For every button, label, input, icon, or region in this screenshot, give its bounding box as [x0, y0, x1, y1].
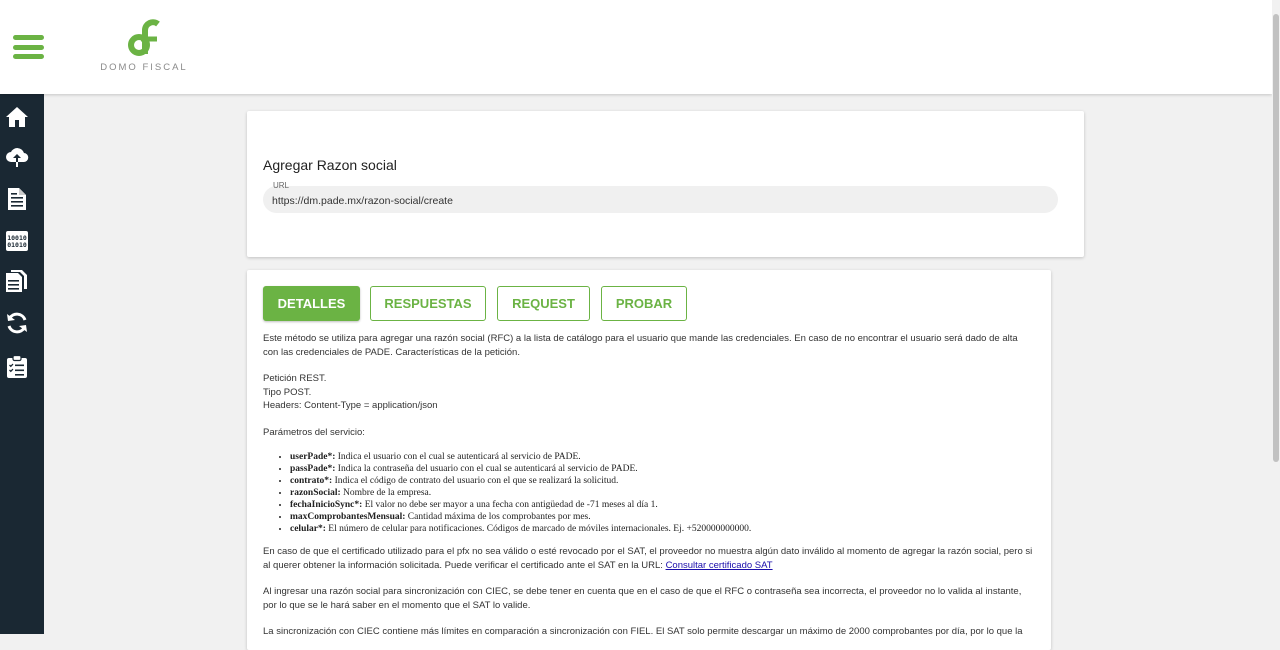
binary-icon[interactable]: 10010 01010 — [5, 229, 29, 253]
tab-request[interactable]: REQUEST — [497, 286, 590, 321]
certificate-note: En caso de que el certificado utilizado … — [263, 545, 1035, 572]
list-item: razonSocial: Nombre de la empresa. — [290, 487, 1050, 499]
svg-text:01010: 01010 — [7, 241, 27, 249]
url-value[interactable]: https://dm.pade.mx/razon-social/create — [272, 195, 453, 207]
request-type-line: Petición REST. — [263, 373, 327, 384]
ciec-note: Al ingresar una razón social para sincro… — [263, 586, 1022, 611]
param-desc: Indica la contraseña del usuario con el … — [335, 464, 638, 474]
param-desc: Cantidad máxima de los comprobantes por … — [405, 512, 591, 522]
scrollbar[interactable] — [1272, 0, 1280, 634]
consultar-certificado-link[interactable]: Consultar certificado SAT — [666, 560, 773, 571]
logo-text: DOMO FISCAL — [100, 62, 188, 73]
tab-detalles[interactable]: DETALLES — [263, 286, 360, 321]
top-bar: DOMO FISCAL — [0, 0, 1272, 94]
home-icon[interactable] — [5, 105, 29, 129]
list-item: maxComprobantesMensual: Cantidad máxima … — [290, 511, 1050, 523]
sync-icon[interactable] — [5, 311, 29, 335]
params-list: userPade*: Indica el usuario con el cual… — [263, 451, 1050, 535]
scrollbar-thumb[interactable] — [1273, 14, 1279, 462]
documents-icon[interactable] — [5, 269, 29, 293]
cloud-upload-icon[interactable] — [5, 145, 29, 169]
param-name: celular*: — [290, 524, 326, 534]
param-name: contrato*: — [290, 476, 333, 486]
param-name: fechaInicioSync*: — [290, 500, 363, 510]
intro-text: Este método se utiliza para agregar una … — [263, 333, 1018, 358]
logo[interactable]: DOMO FISCAL — [96, 18, 192, 73]
list-item: passPade*: Indica la contraseña del usua… — [290, 463, 1050, 475]
tab-respuestas[interactable]: RESPUESTAS — [370, 286, 486, 321]
url-field[interactable]: URL https://dm.pade.mx/razon-social/crea… — [263, 181, 1058, 213]
param-name: userPade*: — [290, 452, 336, 462]
list-item: fechaInicioSync*: El valor no debe ser m… — [290, 499, 1050, 511]
clipboard-list-icon[interactable] — [5, 355, 29, 379]
certificate-note-text: En caso de que el certificado utilizado … — [263, 546, 1033, 571]
list-item: userPade*: Indica el usuario con el cual… — [290, 451, 1050, 463]
request-headers-line: Headers: Content-Type = application/json — [263, 400, 438, 411]
param-name: passPade*: — [290, 464, 336, 474]
param-desc: El número de celular para notificaciones… — [325, 524, 752, 534]
list-item: contrato*: Indica el código de contrato … — [290, 475, 1050, 487]
ciec-limits-note: La sincronización con CIEC contiene más … — [263, 626, 1023, 637]
document-icon[interactable] — [5, 187, 29, 211]
endpoint-card: Agregar Razon social URL https://dm.pade… — [247, 111, 1084, 257]
param-name: razonSocial: — [290, 488, 341, 498]
details-card: DETALLES RESPUESTAS REQUEST PROBAR Este … — [247, 270, 1051, 650]
url-label: URL — [273, 181, 290, 190]
sidebar: 10010 01010 — [0, 94, 44, 634]
param-desc: Indica el código de contrato del usuario… — [332, 476, 619, 486]
tab-probar[interactable]: PROBAR — [601, 286, 687, 321]
param-desc: Nombre de la empresa. — [340, 488, 432, 498]
param-desc: El valor no debe ser mayor a una fecha c… — [362, 500, 658, 510]
param-name: maxComprobantesMensual: — [290, 512, 406, 522]
params-heading: Parámetros del servicio: — [263, 427, 365, 438]
request-method-line: Tipo POST. — [263, 386, 312, 398]
list-item: celular*: El número de celular para noti… — [290, 523, 1050, 535]
logo-mark-icon — [128, 19, 160, 56]
endpoint-title: Agregar Razon social — [263, 157, 397, 173]
request-info: Petición REST. Tipo POST. Headers: Conte… — [263, 372, 1035, 413]
param-desc: Indica el usuario con el cual se autenti… — [335, 452, 581, 462]
menu-icon[interactable] — [13, 35, 44, 59]
